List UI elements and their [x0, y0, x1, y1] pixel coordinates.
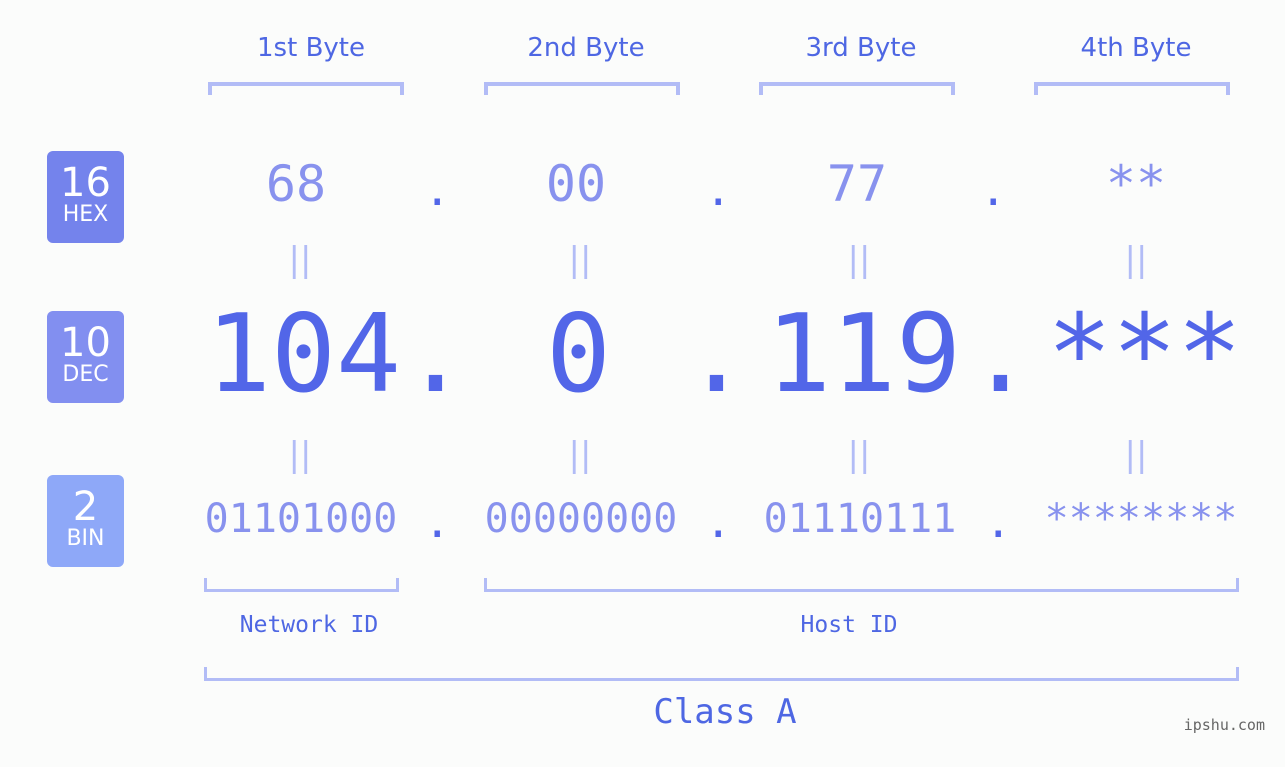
dec-badge-number: 10: [60, 320, 111, 366]
dec-dot-2: .: [684, 292, 750, 417]
byte-label-2: 2nd Byte: [527, 33, 645, 63]
bin-byte-4: ********: [1044, 496, 1238, 542]
byte-label-4: 4th Byte: [1080, 33, 1192, 63]
host-id-bracket: [484, 578, 1239, 592]
hex-byte-2: 00: [545, 155, 607, 213]
hex-badge-number: 16: [60, 160, 111, 206]
hex-badge-label: HEX: [62, 202, 109, 227]
dec-byte-4: ***: [1047, 292, 1243, 417]
equals-sign: ||: [847, 435, 871, 475]
hex-byte-1: 68: [265, 155, 327, 213]
byte-label-1: 1st Byte: [257, 33, 365, 63]
equals-sign: ||: [568, 435, 592, 475]
bin-dot-1: .: [424, 497, 451, 548]
class-bracket: [204, 667, 1239, 681]
equals-sign: ||: [568, 240, 592, 280]
byte-bracket-4: [1034, 82, 1230, 95]
watermark: ipshu.com: [1183, 716, 1265, 734]
host-id-label: Host ID: [800, 612, 898, 638]
hex-badge: 16 HEX: [47, 151, 124, 243]
bin-byte-1: 01101000: [204, 496, 398, 542]
hex-dot-1: .: [424, 165, 451, 216]
bin-badge: 2 BIN: [47, 475, 124, 567]
dec-byte-2: 0: [546, 292, 612, 417]
byte-bracket-3: [759, 82, 955, 95]
dec-dot-3: .: [968, 292, 1034, 417]
dec-byte-1: 104: [206, 292, 402, 417]
dec-badge-label: DEC: [62, 362, 109, 387]
dec-byte-3: 119: [766, 292, 962, 417]
bin-byte-3: 01110111: [763, 496, 957, 542]
byte-label-3: 3rd Byte: [805, 33, 917, 63]
network-id-bracket: [204, 578, 399, 592]
bin-badge-label: BIN: [66, 526, 105, 551]
equals-sign: ||: [288, 435, 312, 475]
byte-bracket-1: [208, 82, 404, 95]
hex-byte-3: 77: [826, 155, 888, 213]
equals-sign: ||: [1124, 240, 1148, 280]
hex-dot-3: .: [980, 165, 1007, 216]
class-label: Class A: [653, 692, 797, 732]
bin-dot-2: .: [705, 497, 732, 548]
network-id-label: Network ID: [239, 612, 379, 638]
equals-sign: ||: [288, 240, 312, 280]
dec-dot-1: .: [403, 292, 469, 417]
dec-badge: 10 DEC: [47, 311, 124, 403]
hex-byte-4: **: [1105, 155, 1167, 213]
bin-byte-2: 00000000: [484, 496, 678, 542]
equals-sign: ||: [847, 240, 871, 280]
bin-dot-3: .: [985, 497, 1012, 548]
bin-badge-number: 2: [72, 484, 99, 530]
byte-bracket-2: [484, 82, 680, 95]
hex-dot-2: .: [705, 165, 732, 216]
equals-sign: ||: [1124, 435, 1148, 475]
